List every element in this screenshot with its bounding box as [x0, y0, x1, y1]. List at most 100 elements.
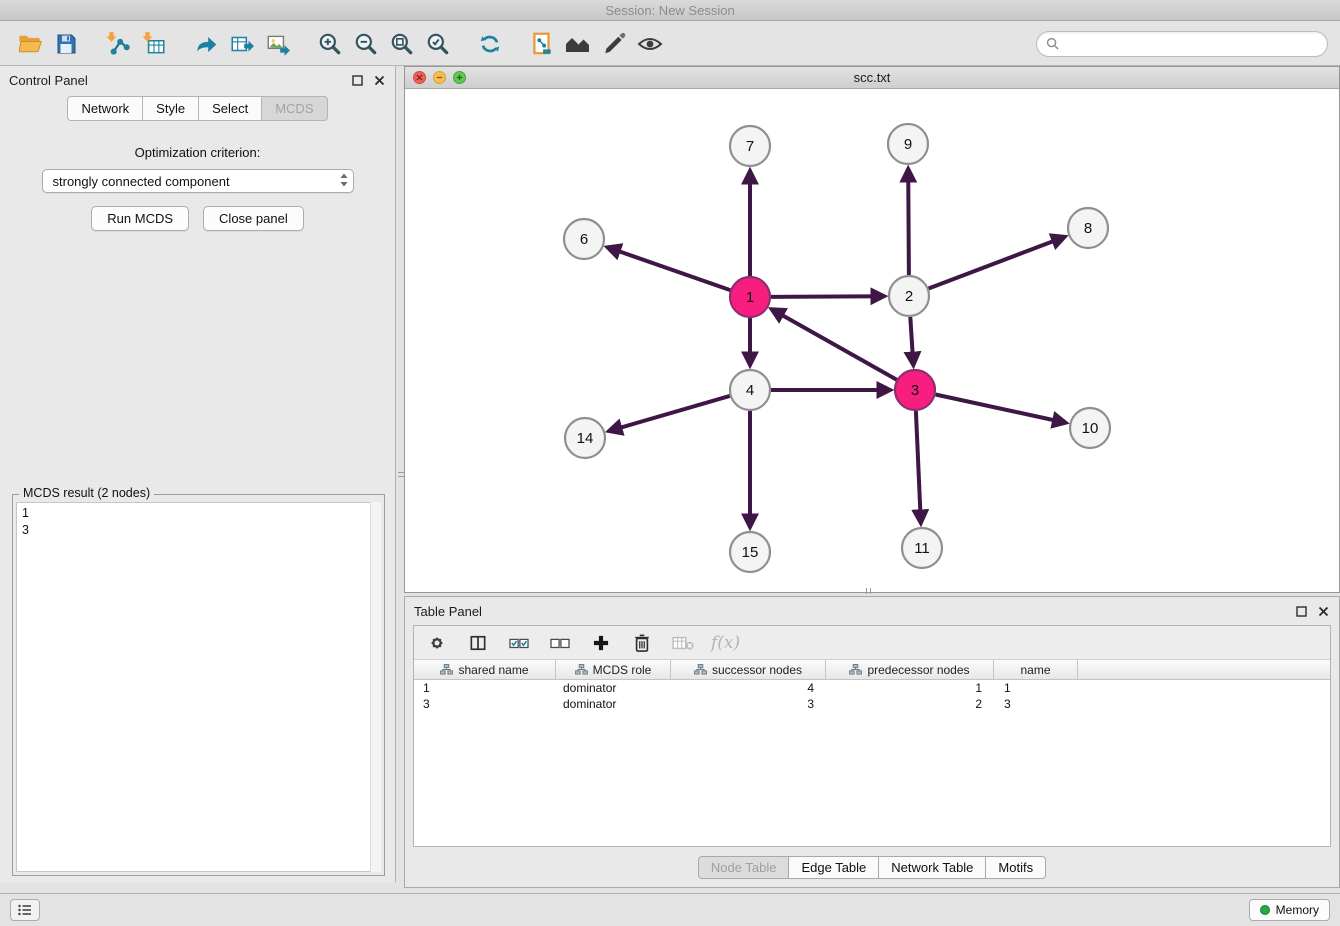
open-session-button[interactable]	[12, 26, 48, 62]
table-settings-button[interactable]	[424, 630, 450, 656]
float-table-panel-button[interactable]	[1295, 605, 1308, 618]
edge-3-10[interactable]	[936, 395, 1065, 423]
tab-network[interactable]: Network	[67, 96, 143, 121]
export-network-button[interactable]	[188, 26, 224, 62]
main-toolbar	[0, 22, 1340, 66]
mcds-result-title: MCDS result (2 nodes)	[19, 486, 154, 500]
tab-mcds[interactable]: MCDS	[262, 96, 327, 121]
column-header-mcds-role[interactable]: MCDS role	[556, 660, 671, 679]
node-label: 11	[914, 540, 930, 557]
float-panel-button[interactable]	[351, 74, 364, 87]
cell-predecessor-nodes: 2	[826, 697, 994, 711]
zoom-out-button[interactable]	[348, 26, 384, 62]
cell-shared-name: 3	[414, 697, 556, 711]
save-session-button[interactable]	[48, 26, 84, 62]
refresh-layout-icon	[477, 31, 503, 57]
node-7[interactable]: 7	[730, 126, 770, 166]
window-titlebar[interactable]: Session: New Session	[0, 0, 1340, 21]
splitter-handle-horizontal[interactable]	[860, 588, 876, 594]
export-image-icon	[265, 31, 291, 57]
apply-layout-button[interactable]	[472, 26, 508, 62]
column-header-name[interactable]: name	[994, 660, 1078, 679]
node-10[interactable]: 10	[1070, 408, 1110, 448]
export-table-button[interactable]	[224, 26, 260, 62]
show-graphics-details-button[interactable]	[632, 26, 668, 62]
node-1[interactable]: 1	[730, 277, 770, 317]
tab-motifs[interactable]: Motifs	[986, 856, 1046, 879]
edge-1-2[interactable]	[771, 296, 883, 297]
network-window-titlebar[interactable]: scc.txt	[405, 67, 1339, 89]
zoom-in-button[interactable]	[312, 26, 348, 62]
node-9[interactable]: 9	[888, 124, 928, 164]
search-input[interactable]	[1064, 37, 1318, 51]
edge-4-14[interactable]	[610, 396, 730, 431]
style-brush-button[interactable]	[596, 26, 632, 62]
zoom-selected-button[interactable]	[420, 26, 456, 62]
network-canvas[interactable]: 7 9 6 8 1 2 4 3 14 10 15 11	[405, 89, 1338, 592]
tab-node-table[interactable]: Node Table	[698, 856, 790, 879]
table-row[interactable]: 1 dominator 4 1 1	[414, 680, 1330, 696]
close-window-button[interactable]	[413, 71, 426, 84]
cell-successor-nodes: 3	[671, 697, 826, 711]
node-15[interactable]: 15	[730, 532, 770, 572]
close-panel-button[interactable]	[373, 74, 386, 87]
edge-2-3[interactable]	[910, 317, 913, 364]
column-header-predecessor-nodes[interactable]: predecessor nodes	[826, 660, 994, 679]
import-network-button[interactable]	[100, 26, 136, 62]
column-type-icon	[440, 664, 453, 675]
edge-2-9[interactable]	[908, 170, 909, 275]
mcds-result-line: 1	[22, 505, 375, 522]
zoom-selected-icon	[425, 31, 451, 57]
cell-name: 1	[994, 681, 1078, 695]
node-3[interactable]: 3	[895, 370, 935, 410]
edge-2-8[interactable]	[929, 237, 1064, 288]
select-all-rows-button[interactable]	[506, 630, 532, 656]
create-column-button[interactable]	[588, 630, 614, 656]
delete-column-button[interactable]	[629, 630, 655, 656]
node-14[interactable]: 14	[565, 418, 605, 458]
deselect-all-rows-button[interactable]	[547, 630, 573, 656]
table-row[interactable]: 3 dominator 3 2 3	[414, 696, 1330, 712]
import-table-button[interactable]	[136, 26, 172, 62]
column-header-successor-nodes[interactable]: successor nodes	[671, 660, 826, 679]
node-8[interactable]: 8	[1068, 208, 1108, 248]
global-search-field[interactable]	[1036, 31, 1328, 57]
splitter-handle-vertical[interactable]	[398, 466, 404, 482]
close-icon	[1318, 606, 1329, 617]
close-mcds-panel-button[interactable]: Close panel	[203, 206, 304, 231]
tab-edge-table[interactable]: Edge Table	[789, 856, 879, 879]
control-panel-title: Control Panel	[9, 73, 88, 88]
node-4[interactable]: 4	[730, 370, 770, 410]
close-table-panel-button[interactable]	[1317, 605, 1330, 618]
tab-style[interactable]: Style	[143, 96, 199, 121]
node-2[interactable]: 2	[889, 276, 929, 316]
minimize-window-button[interactable]	[433, 71, 446, 84]
mcds-result-textarea[interactable]: 1 3	[16, 502, 381, 872]
maximize-window-button[interactable]	[453, 71, 466, 84]
new-network-from-selection-button[interactable]	[524, 26, 560, 62]
control-panel: Control Panel Network Style Select MCDS	[0, 66, 396, 882]
tab-select[interactable]: Select	[199, 96, 262, 121]
show-column-button[interactable]	[465, 630, 491, 656]
task-history-button[interactable]	[10, 899, 40, 921]
column-type-icon	[575, 664, 588, 675]
node-label: 14	[577, 430, 594, 447]
optimization-criterion-select[interactable]: strongly connected component	[42, 169, 354, 193]
import-network-icon	[105, 31, 131, 57]
home-button[interactable]	[560, 26, 596, 62]
zoom-fit-button[interactable]	[384, 26, 420, 62]
node-6[interactable]: 6	[564, 219, 604, 259]
node-11[interactable]: 11	[902, 528, 942, 568]
edge-1-6[interactable]	[609, 248, 731, 291]
result-scrollbar[interactable]	[370, 502, 381, 872]
export-image-button[interactable]	[260, 26, 296, 62]
tab-network-table[interactable]: Network Table	[879, 856, 986, 879]
edge-3-1[interactable]	[773, 310, 897, 380]
column-header-shared-name[interactable]: shared name	[414, 660, 556, 679]
edge-3-11[interactable]	[916, 411, 921, 522]
function-builder-button[interactable]: f(x)	[711, 630, 740, 656]
cell-mcds-role: dominator	[556, 697, 671, 711]
run-mcds-button[interactable]: Run MCDS	[91, 206, 189, 231]
delete-table-button[interactable]	[670, 630, 696, 656]
memory-button[interactable]: Memory	[1249, 899, 1330, 921]
